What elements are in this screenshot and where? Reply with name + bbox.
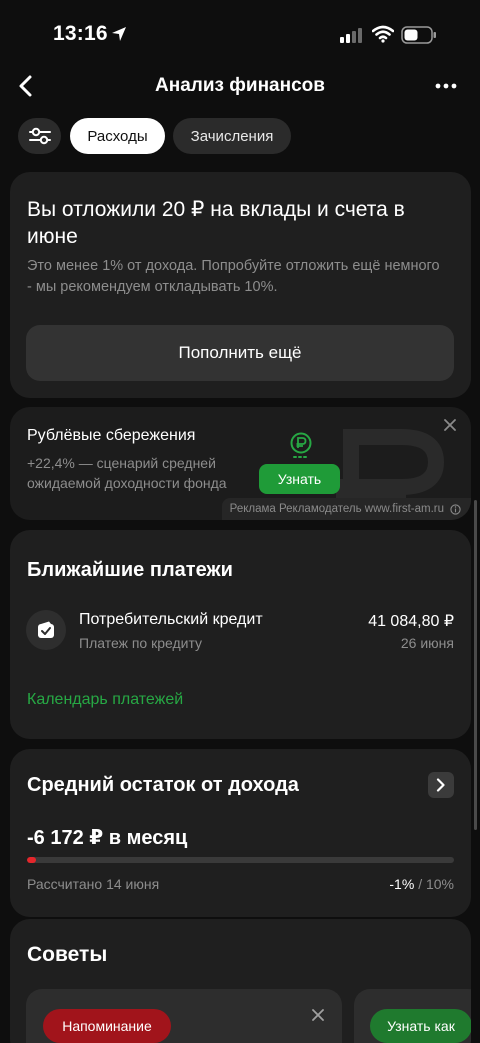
sliders-icon	[28, 127, 51, 145]
tip-card[interactable]: Узнать как	[354, 989, 471, 1043]
ruble-coin-icon	[289, 432, 313, 467]
balance-value: -6 172 ₽ в месяц	[27, 827, 188, 849]
balance-target-percent: 10%	[425, 876, 454, 892]
payment-subtitle: Платеж по кредиту	[79, 635, 203, 651]
more-button[interactable]	[428, 70, 464, 102]
learn-more-button[interactable]: Узнать	[259, 464, 340, 494]
tip-close-button[interactable]	[308, 1005, 328, 1025]
filter-button[interactable]	[18, 118, 61, 154]
ad-disclaimer[interactable]: Реклама Рекламодатель www.first-am.ru	[221, 498, 471, 520]
finance-analysis-screen: 13:16 Анализ финансов Расходы Зачисления…	[0, 0, 480, 1043]
more-horizontal-icon	[435, 83, 457, 89]
savings-title: Вы отложили 20 ₽ на вклады и счета в июн…	[27, 198, 405, 248]
average-balance-card[interactable]: Средний остаток от дохода -6 172 ₽ в мес…	[10, 749, 471, 917]
savings-description: Это менее 1% от дохода. Попробуйте отлож…	[27, 258, 440, 295]
ad-close-button[interactable]	[440, 415, 460, 435]
savings-card: Вы отложили 20 ₽ на вклады и счета в июн…	[10, 172, 471, 398]
tip-badge-learn-how: Узнать как	[370, 1009, 471, 1043]
wallet-check-icon	[26, 610, 66, 650]
ad-title: Рублёвые сбережения	[27, 427, 196, 444]
balance-progress-fill	[27, 857, 36, 863]
payments-title: Ближайшие платежи	[27, 559, 233, 581]
ad-banner[interactable]: Рублёвые сбережения +22,4% — сценарий ср…	[10, 407, 471, 520]
location-arrow-icon	[111, 26, 127, 47]
balance-title: Средний остаток от дохода	[27, 774, 299, 796]
ad-description: +22,4% — сценарий средней ожидаемой дохо…	[27, 455, 227, 491]
info-icon	[450, 503, 461, 515]
close-icon	[444, 419, 456, 431]
balance-current-percent: -1%	[389, 876, 415, 892]
tips-title: Советы	[27, 943, 108, 966]
balance-stats: -1% / 10%	[389, 876, 454, 892]
tip-card[interactable]: Напоминание	[26, 989, 342, 1043]
balance-progress-bar	[27, 857, 454, 863]
status-bar: 13:16	[0, 0, 480, 70]
topup-button[interactable]: Пополнить ещё	[26, 325, 454, 381]
cellular-signal-icon	[340, 27, 364, 48]
balance-calculated-date: Рассчитано 14 июня	[27, 876, 160, 892]
tab-expenses[interactable]: Расходы	[70, 118, 165, 154]
wifi-icon	[371, 25, 395, 48]
tips-card: Советы Напоминание Узнать как	[10, 919, 471, 1043]
balance-separator: /	[418, 876, 423, 892]
payment-row[interactable]: Потребительский кредит Платеж по кредиту…	[26, 608, 456, 654]
chevron-right-icon	[436, 778, 445, 792]
page-title: Анализ финансов	[155, 75, 325, 96]
payment-calendar-link[interactable]: Календарь платежей	[27, 691, 183, 709]
payment-name: Потребительский кредит	[79, 611, 263, 628]
status-time: 13:16	[53, 22, 108, 45]
upcoming-payments-card: Ближайшие платежи Потребительский кредит…	[10, 530, 471, 739]
scrollbar[interactable]	[474, 500, 477, 830]
battery-icon	[401, 26, 437, 49]
header: Анализ финансов	[0, 62, 480, 110]
payment-amount: 41 084,80 ₽	[368, 613, 454, 630]
tabs-bar: Расходы Зачисления	[0, 118, 480, 156]
payment-date: 26 июня	[400, 635, 454, 651]
balance-details-button[interactable]	[428, 772, 454, 798]
ad-disclaimer-text: Реклама Рекламодатель www.first-am.ru	[229, 503, 444, 515]
tip-badge-reminder: Напоминание	[43, 1009, 171, 1043]
tab-income[interactable]: Зачисления	[173, 118, 291, 154]
close-icon	[312, 1009, 324, 1021]
